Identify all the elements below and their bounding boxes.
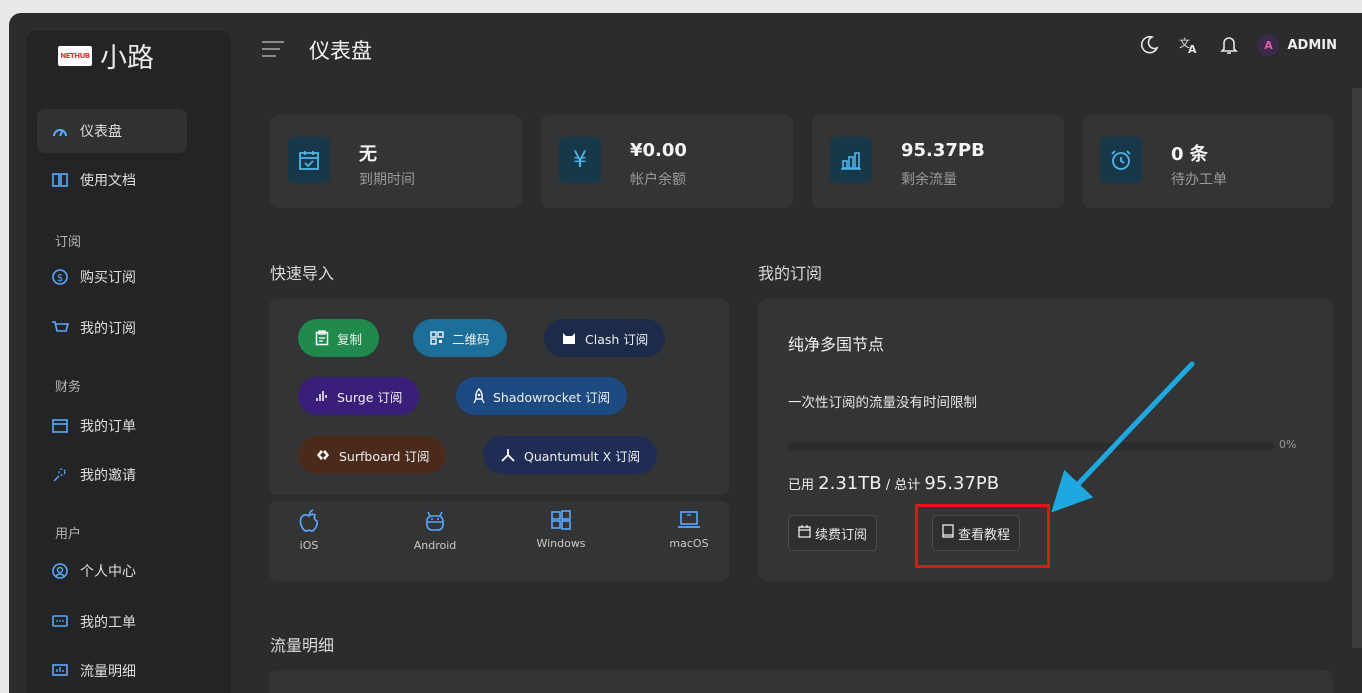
annotation-arrow-icon xyxy=(1051,361,1195,513)
app-window: NETHUB 小路 仪表盘 使用文档 订阅 $ 购买订阅 我的订阅 财务 我的订… xyxy=(9,13,1362,693)
